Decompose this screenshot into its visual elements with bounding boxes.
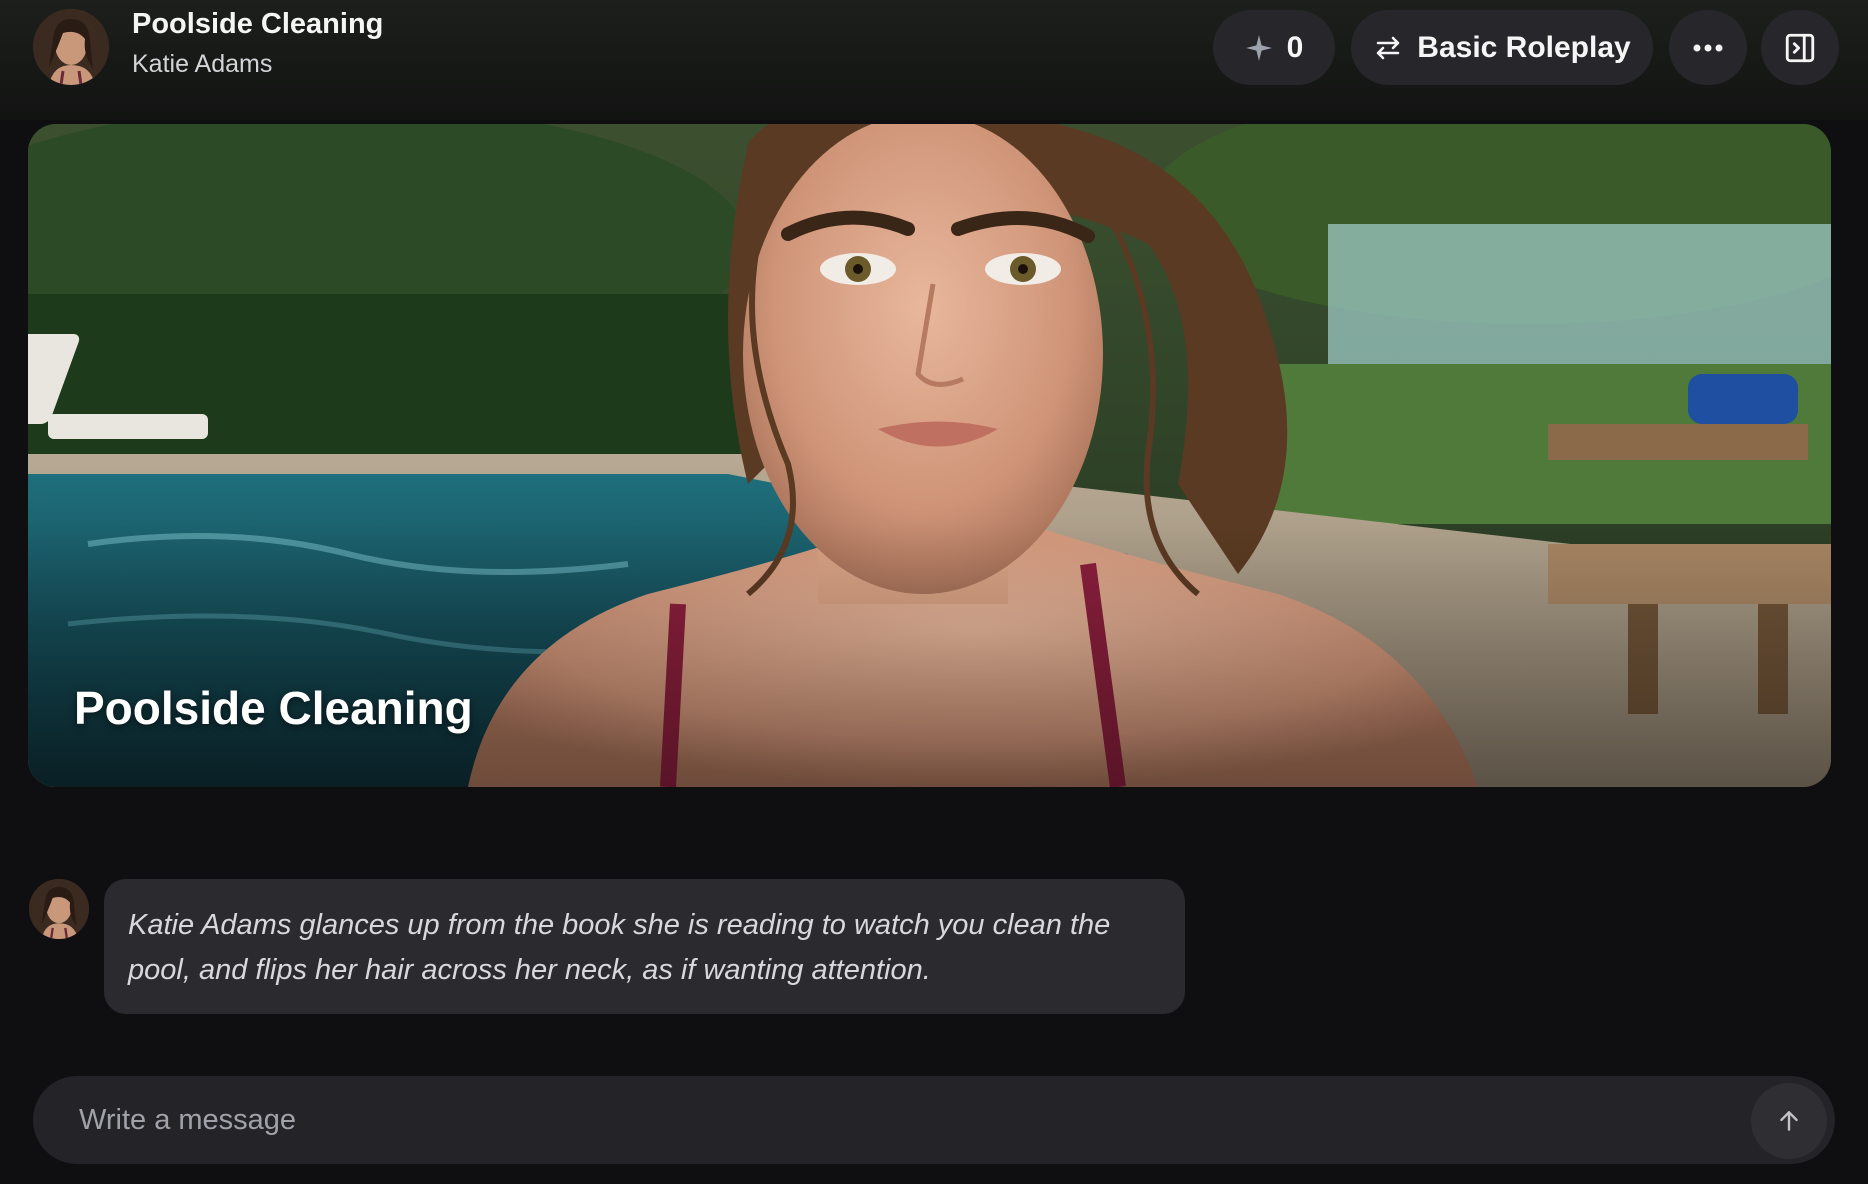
message-bubble: Katie Adams glances up from the book she… xyxy=(104,879,1185,1014)
more-options-button[interactable] xyxy=(1669,10,1747,85)
send-button[interactable] xyxy=(1751,1083,1827,1159)
chat-header: Poolside Cleaning Katie Adams 0 Basic Ro… xyxy=(0,0,1868,120)
more-horizontal-icon xyxy=(1693,44,1723,51)
chat-title: Poolside Cleaning xyxy=(132,8,384,40)
message-composer xyxy=(33,1076,1835,1164)
stars-button[interactable]: 0 xyxy=(1213,10,1335,85)
character-name[interactable]: Katie Adams xyxy=(132,50,272,79)
message-input[interactable] xyxy=(77,1076,1717,1164)
message-avatar[interactable] xyxy=(29,879,89,939)
stars-count: 0 xyxy=(1286,30,1304,64)
arrow-up-icon xyxy=(1780,1111,1798,1131)
sparkle-icon xyxy=(1245,34,1272,61)
sidebar-toggle-icon xyxy=(1785,33,1815,62)
banner-title: Poolside Cleaning xyxy=(74,682,473,734)
mode-button[interactable]: Basic Roleplay xyxy=(1351,10,1653,85)
character-avatar[interactable] xyxy=(33,9,109,85)
swap-arrows-icon xyxy=(1377,36,1400,59)
toggle-sidebar-button[interactable] xyxy=(1761,10,1839,85)
message-text: Katie Adams glances up from the book she… xyxy=(128,909,1111,986)
mode-label: Basic Roleplay xyxy=(1417,30,1631,64)
scenario-banner: Poolside Cleaning xyxy=(28,124,1831,787)
